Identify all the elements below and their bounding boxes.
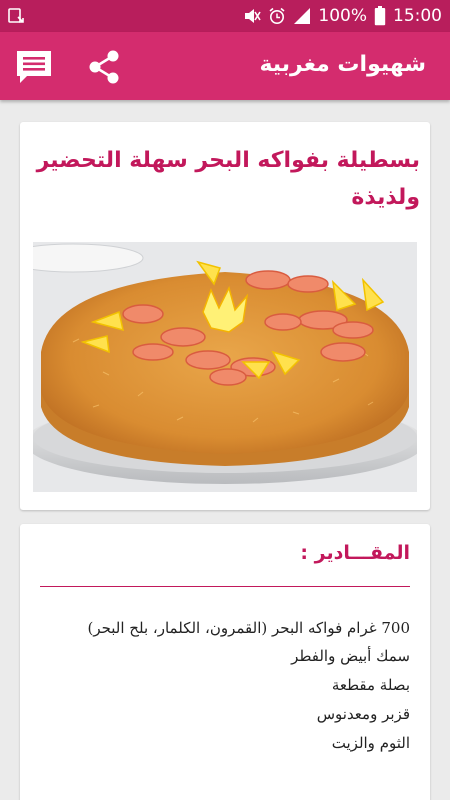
share-icon (89, 50, 119, 84)
battery-percent: 100% (318, 6, 367, 26)
mute-icon (243, 7, 262, 25)
ingredients-card: المقـــادير : 700 غرام فواكه البحر (القم… (20, 524, 430, 800)
recipe-card: بسطيلة بفواكه البحر سهلة التحضير ولذيذة (20, 122, 430, 510)
message-menu-icon (17, 51, 51, 83)
heading-divider (40, 586, 410, 587)
list-item: سمك أبيض والفطر (291, 647, 410, 665)
signal-icon (293, 7, 311, 25)
list-item: الثوم والزيت (331, 734, 410, 752)
list-item: قزبر ومعدنوس (316, 705, 410, 723)
recipe-title: بسطيلة بفواكه البحر سهلة التحضير ولذيذة (36, 148, 420, 210)
recipe-photo (33, 242, 417, 492)
menu-button[interactable] (14, 48, 54, 86)
screenshot-notification-icon (8, 8, 26, 24)
battery-icon (374, 6, 386, 26)
ingredients-list: 700 غرام فواكه البحر (القمرون، الكلمار، … (38, 614, 410, 758)
status-bar: 100% 15:00 (0, 0, 450, 32)
ingredients-heading: المقـــادير : (300, 542, 410, 564)
clock-time: 15:00 (393, 6, 442, 26)
list-item: بصلة مقطعة (331, 676, 410, 694)
list-item: 700 غرام فواكه البحر (القمرون، الكلمار، … (87, 619, 410, 637)
app-bar: شهيوات مغربية (0, 32, 450, 100)
alarm-icon (268, 7, 286, 25)
app-title: شهيوات مغربية (259, 52, 426, 77)
share-button[interactable] (86, 48, 124, 86)
